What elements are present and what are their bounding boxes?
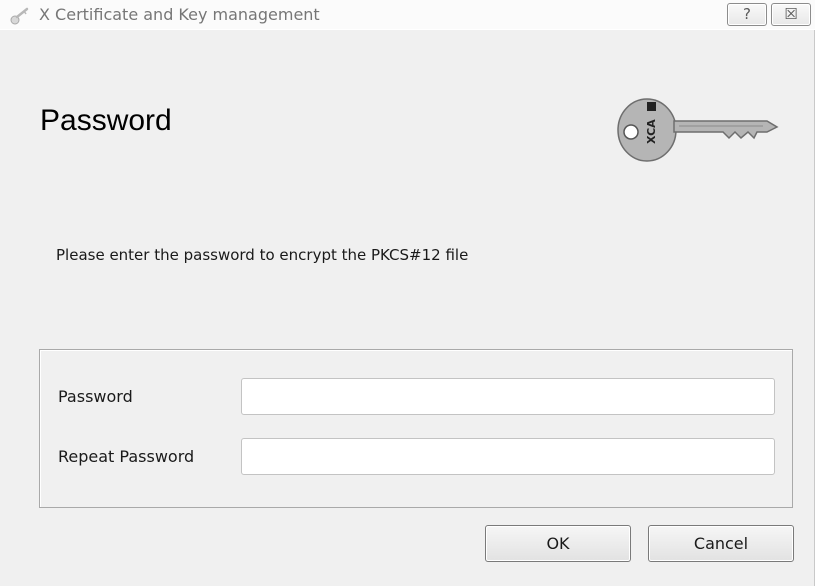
window-title: X Certificate and Key management — [39, 5, 320, 24]
xca-key-logo-icon: XCA — [617, 94, 787, 166]
ok-button[interactable]: OK — [485, 525, 631, 562]
close-button[interactable]: ☒ — [771, 3, 811, 26]
logo-text: XCA — [645, 119, 658, 144]
key-icon — [9, 6, 33, 26]
cancel-button[interactable]: Cancel — [648, 525, 794, 562]
password-groupbox — [39, 349, 793, 508]
help-button[interactable]: ? — [727, 3, 767, 26]
page-title: Password — [40, 104, 172, 137]
instruction-text: Please enter the password to encrypt the… — [56, 246, 469, 264]
repeat-password-label: Repeat Password — [58, 447, 195, 466]
dialog-window: X Certificate and Key management ? ☒ Pas… — [0, 0, 815, 586]
password-input[interactable] — [241, 378, 775, 415]
password-label: Password — [58, 387, 133, 406]
title-bar[interactable]: X Certificate and Key management ? ☒ — [0, 0, 815, 30]
repeat-password-input[interactable] — [241, 438, 775, 475]
